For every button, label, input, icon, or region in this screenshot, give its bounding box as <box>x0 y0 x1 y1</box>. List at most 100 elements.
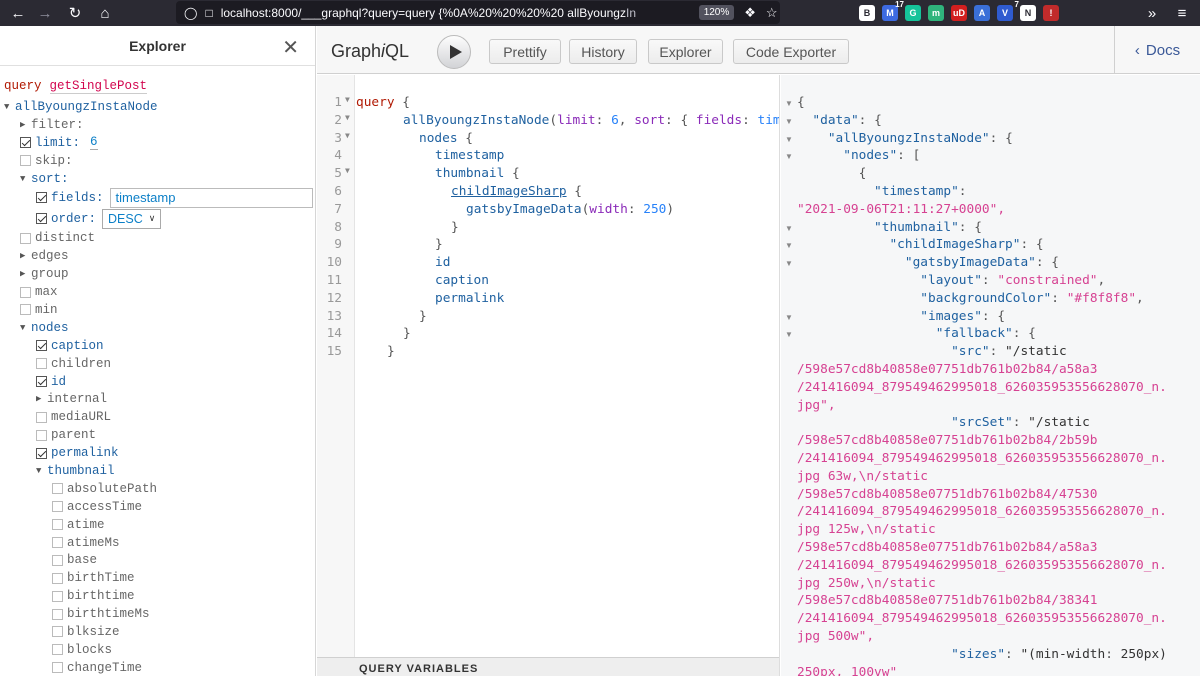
checkbox[interactable] <box>36 192 47 204</box>
checkbox[interactable] <box>20 137 31 149</box>
checkbox[interactable] <box>36 429 47 441</box>
flag-icon[interactable]: ! <box>1043 5 1059 21</box>
tree-root[interactable]: ▼ allByoungzInstaNode <box>4 98 315 116</box>
star-icon[interactable]: ☆ <box>766 5 778 21</box>
caret-right-icon[interactable]: ▶ <box>20 251 31 261</box>
tree-field-absolutepath[interactable]: absolutePath <box>4 480 315 498</box>
tree-field-group[interactable]: ▶ group <box>4 265 315 283</box>
fold-arrow-icon[interactable]: ▼ <box>345 166 350 175</box>
tree-arg-order[interactable]: order: DESC ∨ <box>4 208 315 229</box>
wrench-icon[interactable] <box>836 5 852 21</box>
checkbox[interactable] <box>36 340 47 352</box>
query-editor[interactable]: 1 ▼ query { 2 ▼ allByoungzInstaNode(limit: 6… <box>317 75 780 676</box>
fold-arrow-icon[interactable]: ▼ <box>785 259 793 268</box>
query-code[interactable]: 1 ▼ query { 2 ▼ allByoungzInstaNode(limit: 6… <box>317 95 779 362</box>
checkbox[interactable] <box>52 501 63 513</box>
docs-button[interactable]: ‹ Docs <box>1114 26 1200 74</box>
order-select[interactable]: DESC ∨ <box>102 208 162 229</box>
tree-field-changetime[interactable]: changeTime <box>4 659 315 676</box>
fold-arrow-icon[interactable]: ▼ <box>785 152 793 161</box>
caret-right-icon[interactable]: ▶ <box>20 269 31 279</box>
fold-arrow-icon[interactable]: ▼ <box>785 135 793 144</box>
tree-field-accesstime[interactable]: accessTime <box>4 498 315 516</box>
checkbox[interactable] <box>52 519 63 531</box>
menu-icon[interactable]: ≡ <box>1168 0 1196 26</box>
checkbox[interactable] <box>36 447 47 459</box>
fold-arrow-icon[interactable]: ▼ <box>785 241 793 250</box>
tree-arg-sort[interactable]: ▼ sort: <box>4 170 315 188</box>
notion-icon[interactable]: N <box>1020 5 1036 21</box>
checkbox[interactable] <box>52 483 63 495</box>
caret-down-icon[interactable]: ▼ <box>36 466 47 476</box>
gmail-icon[interactable]: M 17 <box>882 0 904 21</box>
tree-field-blocks[interactable]: blocks <box>4 641 315 659</box>
tree-field-base[interactable]: base <box>4 551 315 569</box>
checkbox[interactable] <box>52 626 63 638</box>
url-text[interactable]: localhost:8000/___graphql?query=query {%… <box>221 6 691 20</box>
checkbox[interactable] <box>52 572 63 584</box>
checkbox[interactable] <box>52 608 63 620</box>
operation-name-input[interactable]: getSinglePost <box>49 79 148 94</box>
checkbox[interactable] <box>52 554 63 566</box>
tree-arg-filter[interactable]: ▶ filter: <box>4 116 315 134</box>
checkbox[interactable] <box>20 304 31 316</box>
fold-arrow-icon[interactable]: ▼ <box>785 330 793 339</box>
home-icon[interactable]: ⌂ <box>91 0 119 26</box>
shield-icon[interactable]: ◯ <box>184 6 197 20</box>
checkbox[interactable] <box>20 232 31 244</box>
checkbox[interactable] <box>36 213 47 225</box>
checkbox[interactable] <box>36 411 47 423</box>
explorer-button[interactable]: Explorer <box>648 39 723 64</box>
tree-field-atimems[interactable]: atimeMs <box>4 534 315 552</box>
tree-field-nodes[interactable]: ▼ nodes <box>4 319 315 337</box>
close-icon[interactable]: ✕ <box>282 35 299 60</box>
caret-right-icon[interactable]: ▶ <box>36 394 47 404</box>
limit-value-input[interactable]: 6 <box>90 135 98 151</box>
fold-arrow-icon[interactable]: ▼ <box>345 113 350 122</box>
tree-field-blksize[interactable]: blksize <box>4 623 315 641</box>
checkbox[interactable] <box>20 286 31 298</box>
checkbox[interactable] <box>52 644 63 656</box>
v-icon[interactable]: V7 <box>997 0 1019 21</box>
execute-query-button[interactable] <box>437 35 471 69</box>
tree-field-atime[interactable]: atime <box>4 516 315 534</box>
checkbox[interactable] <box>36 376 47 388</box>
tree-field-distinct[interactable]: distinct <box>4 229 315 247</box>
fields-input[interactable]: timestamp <box>109 187 313 208</box>
address-bar[interactable]: ◯ □ localhost:8000/___graphql?query=quer… <box>176 1 780 24</box>
tree-field-caption[interactable]: caption <box>4 337 315 355</box>
tree-field-birthtime[interactable]: birthtime <box>4 587 315 605</box>
tree-arg-fields[interactable]: fields: timestamp <box>4 187 315 208</box>
caret-down-icon[interactable]: ▼ <box>20 323 31 333</box>
caret-down-icon[interactable]: ▼ <box>4 102 15 112</box>
fold-arrow-icon[interactable]: ▼ <box>345 95 350 104</box>
tree-field-internal[interactable]: ▶ internal <box>4 390 315 408</box>
bookmark-tag-icon[interactable]: ❖ <box>744 5 756 21</box>
checkbox[interactable] <box>52 662 63 674</box>
fold-arrow-icon[interactable]: ▼ <box>785 224 793 233</box>
checkbox[interactable] <box>52 537 63 549</box>
prettify-button[interactable]: Prettify <box>489 39 561 64</box>
fold-arrow-icon[interactable]: ▼ <box>785 313 793 322</box>
reload-icon[interactable]: ↻ <box>61 0 89 26</box>
m-icon[interactable]: m <box>928 5 944 21</box>
query-variables-header[interactable]: QUERY VARIABLES <box>317 657 779 676</box>
fold-arrow-icon[interactable]: ▼ <box>345 131 350 140</box>
checkbox[interactable] <box>20 155 31 167</box>
tree-field-birthtime[interactable]: birthTime <box>4 569 315 587</box>
back-icon[interactable]: ← <box>4 0 32 26</box>
overflow-icon[interactable]: » <box>1138 0 1166 26</box>
b-icon[interactable]: B <box>859 5 875 21</box>
ublock-icon[interactable]: uD <box>951 5 967 21</box>
zoom-badge[interactable]: 120% <box>698 5 735 20</box>
tree-field-id[interactable]: id <box>4 373 315 391</box>
code-exporter-button[interactable]: Code Exporter <box>733 39 849 64</box>
tree-field-max[interactable]: max <box>4 283 315 301</box>
checkbox[interactable] <box>52 590 63 602</box>
tree-field-children[interactable]: children <box>4 355 315 373</box>
grammarly-icon[interactable]: G <box>905 5 921 21</box>
fold-arrow-icon[interactable]: ▼ <box>785 99 793 108</box>
tree-arg-limit[interactable]: limit: 6 <box>4 134 315 152</box>
tree-field-min[interactable]: min <box>4 301 315 319</box>
tree-field-thumbnail[interactable]: ▼ thumbnail <box>4 462 315 480</box>
